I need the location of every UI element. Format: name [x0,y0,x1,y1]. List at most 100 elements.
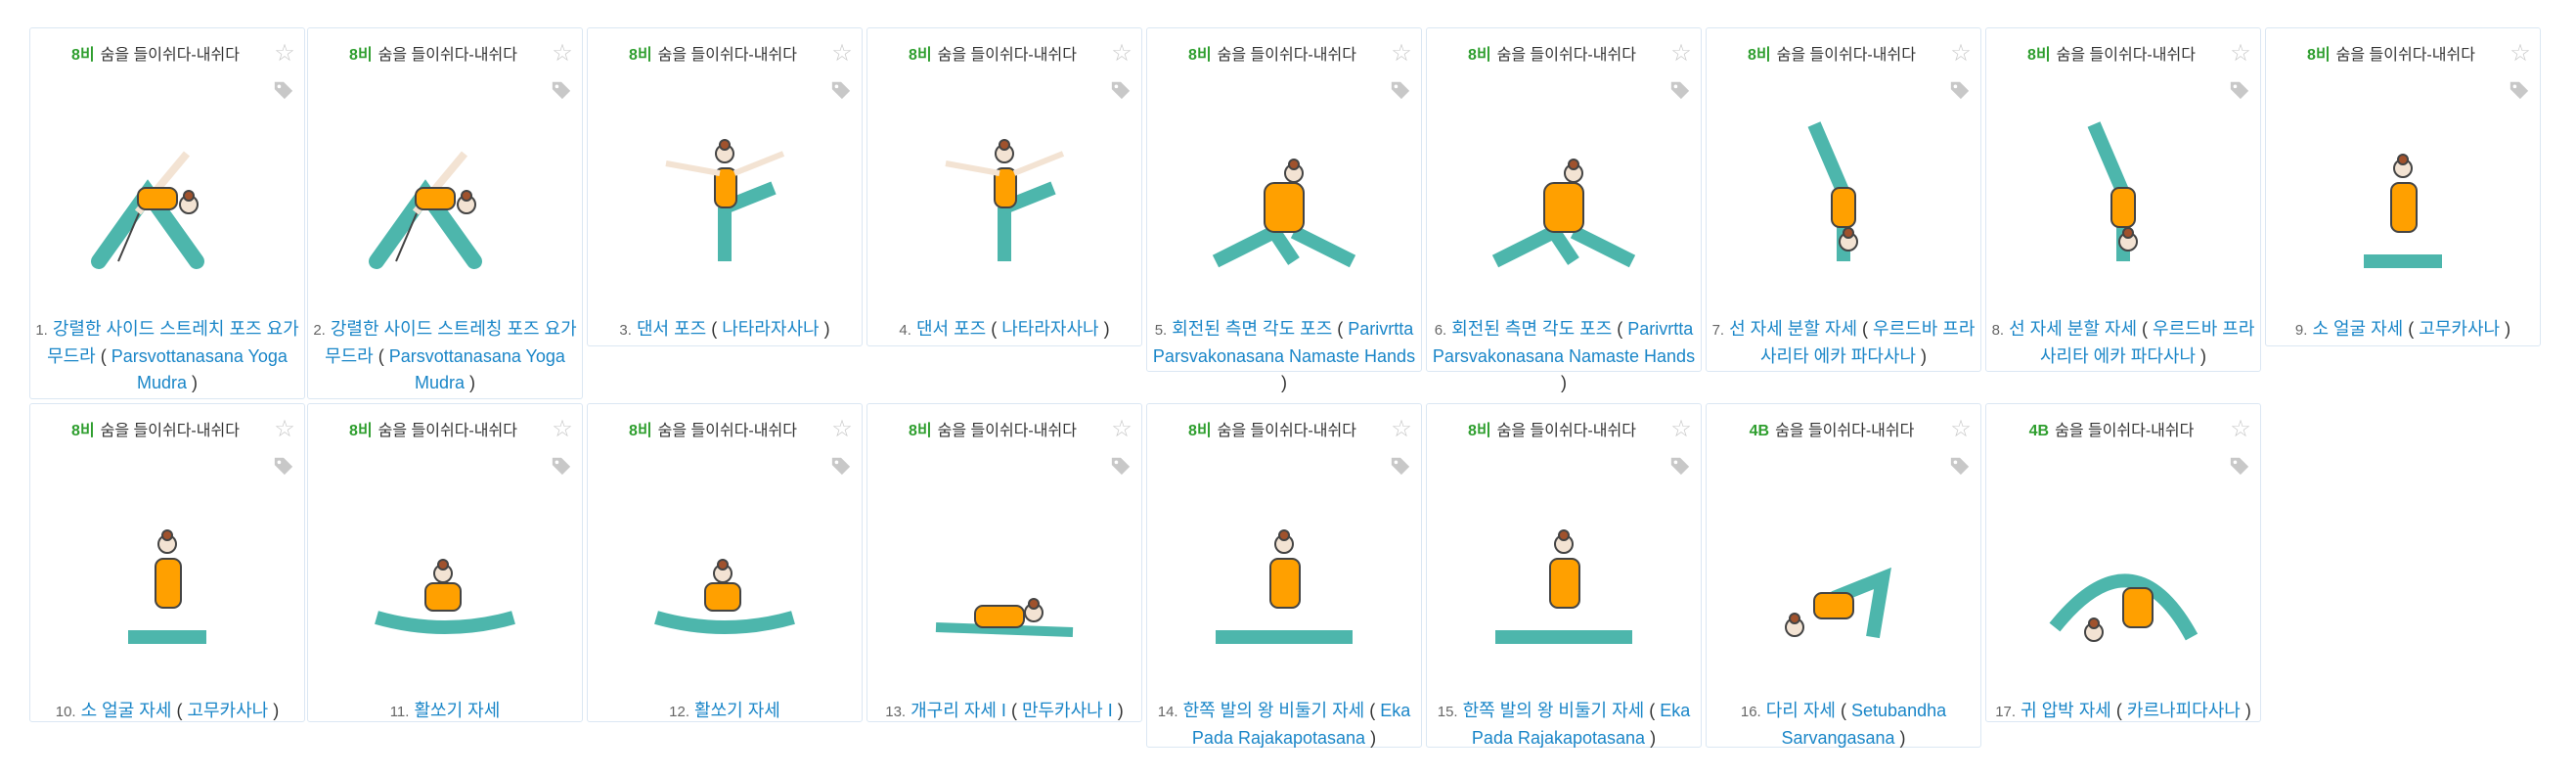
pose-name-link[interactable]: 회전된 측면 각도 포즈 [1172,319,1332,339]
pose-sanskrit-link[interactable]: 고무카사나 [187,701,268,720]
pose-sanskrit-link[interactable]: Parsvottanasana Yoga Mudra [111,346,288,392]
pose-sanskrit-link[interactable]: 만두카사나 I [1022,701,1113,720]
star-icon[interactable]: ☆ [1390,42,1413,66]
pose-name-link[interactable]: 댄서 포즈 [916,319,986,339]
pose-card-6[interactable]: 8비 숨을 들이쉬다-내쉬다 ☆ 6. 회전된 측면 각도 포즈 ( Parivr… [1426,27,1702,392]
pose-card-7[interactable]: 8비 숨을 들이쉬다-내쉬다 ☆ 7. 선 자세 분할 자세 ( 우르드바 프라사… [1706,27,1981,372]
tag-icon[interactable] [830,79,852,101]
pose-card-8[interactable]: 8비 숨을 들이쉬다-내쉬다 ☆ 8. 선 자세 분할 자세 ( 우르드바 프라사… [1985,27,2261,372]
pose-card-4[interactable]: 8비 숨을 들이쉬다-내쉬다 ☆ 4. 댄서 포즈 ( 나타라자사나 ) [866,27,1142,346]
star-icon[interactable]: ☆ [1669,418,1693,441]
repeat-count: 8비 [349,423,373,439]
pose-card-9[interactable]: 8비 숨을 들이쉬다-내쉬다 ☆ 9. 소 얼굴 자세 ( 고무카사나 ) [2265,27,2541,346]
star-icon[interactable]: ☆ [2229,42,2252,66]
tag-icon[interactable] [273,79,294,101]
pose-name-link[interactable]: 회전된 측면 각도 포즈 [1451,319,1612,339]
breath-count: 4B 숨을 들이쉬다-내쉬다 [2014,420,2209,443]
pose-name-link[interactable]: 귀 압박 자세 [2021,701,2111,720]
tag-icon[interactable] [551,455,572,477]
pose-illustration [128,529,206,644]
pose-card-15[interactable]: 8비 숨을 들이쉬다-내쉬다 ☆ 15. 한쪽 발의 왕 비둘기 자세 ( Eka… [1426,403,1702,748]
tag-icon[interactable] [1669,455,1691,477]
star-icon[interactable]: ☆ [273,42,296,66]
pose-card-13[interactable]: 8비 숨을 들이쉬다-내쉬다 ☆ 13. 개구리 자세 I ( 만두카사나 I ) [866,403,1142,722]
repeat-count: 8비 [71,47,95,64]
breath-count: 4B 숨을 들이쉬다-내쉬다 [1734,420,1930,443]
star-icon[interactable]: ☆ [830,418,854,441]
pose-name-link[interactable]: 소 얼굴 자세 [2312,319,2403,339]
tag-icon[interactable] [1949,79,1971,101]
pose-card-12[interactable]: 8비 숨을 들이쉬다-내쉬다 ☆ 12. 활쏘기 자세 ( ) [587,403,863,722]
tag-icon[interactable] [1110,79,1132,101]
star-icon[interactable]: ☆ [1669,42,1693,66]
pose-sanskrit-link[interactable]: 카르나피다사나 [2127,701,2241,720]
pose-name-link[interactable]: 한쪽 발의 왕 비둘기 자세 [1463,701,1645,720]
star-icon[interactable]: ☆ [1949,418,1973,441]
pose-number: 7. [1711,322,1725,339]
pose-caption: 4. 댄서 포즈 ( 나타라자사나 ) [899,319,1110,339]
tag-icon[interactable] [1110,455,1132,477]
star-icon[interactable]: ☆ [1110,418,1133,441]
pose-card-14[interactable]: 8비 숨을 들이쉬다-내쉬다 ☆ 14. 한쪽 발의 왕 비둘기 자세 ( Eka… [1146,403,1422,748]
pose-caption: 8. 선 자세 분할 자세 ( 우르드바 프라사리타 에카 파다사나 ) [1991,319,2255,366]
tag-icon[interactable] [830,455,852,477]
breath-count: 8비 숨을 들이쉬다-내쉬다 [335,420,531,443]
pose-caption: 9. 소 얼굴 자세 ( 고무카사나 ) [2294,319,2511,339]
pose-illustration [91,151,204,269]
pose-name-link[interactable]: 활쏘기 자세 [694,701,780,720]
pose-name-link[interactable]: 선 자세 분할 자세 [2009,319,2137,339]
pose-number: 2. [313,322,326,339]
pose-illustration [665,139,785,261]
pose-name-link[interactable]: 개구리 자세 I [910,701,1006,720]
tag-icon[interactable] [273,455,294,477]
tag-icon[interactable] [2229,455,2250,477]
pose-name-link[interactable]: 활쏘기 자세 [414,701,500,720]
star-icon[interactable]: ☆ [1390,418,1413,441]
pose-card-16[interactable]: 4B 숨을 들이쉬다-내쉬다 ☆ 16. 다리 자세 ( Setubandha S… [1706,403,1981,748]
breath-label: 숨을 들이쉬다-내쉬다 [937,47,1077,64]
pose-illustration [1495,529,1632,644]
tag-icon[interactable] [1669,79,1691,101]
star-icon[interactable]: ☆ [551,418,574,441]
pose-card-2[interactable]: 8비 숨을 들이쉬다-내쉬다 ☆ 2. 강렬한 사이드 스트레칭 포즈 요가 무드… [307,27,583,399]
star-icon[interactable]: ☆ [551,42,574,66]
pose-sanskrit-link[interactable]: 나타라자사나 [1001,319,1098,339]
pose-card-11[interactable]: 8비 숨을 들이쉬다-내쉬다 ☆ 11. 활쏘기 자세 ( ) [307,403,583,722]
tag-icon[interactable] [2229,79,2250,101]
pose-name-link[interactable]: 선 자세 분할 자세 [1729,319,1857,339]
pose-card-3[interactable]: 8비 숨을 들이쉬다-내쉬다 ☆ 3. 댄서 포즈 ( 나타라자사나 ) [587,27,863,346]
star-icon[interactable]: ☆ [1949,42,1973,66]
star-icon[interactable]: ☆ [830,42,854,66]
pose-card-1[interactable]: 8비 숨을 들이쉬다-내쉬다 ☆ 1. 강렬한 사이드 스트레치 포즈 요가 무드… [29,27,305,399]
pose-sanskrit-link[interactable]: Parsvottanasana Yoga Mudra [389,346,565,392]
tag-icon[interactable] [1390,79,1411,101]
tag-icon[interactable] [1390,455,1411,477]
pose-sanskrit-link[interactable]: 고무카사나 [2419,319,2500,339]
pose-name-link[interactable]: 다리 자세 [1766,701,1836,720]
breath-label: 숨을 들이쉬다-내쉬다 [100,47,240,64]
repeat-count: 8비 [2307,47,2331,64]
pose-caption: 11. 활쏘기 자세 ( ) [312,698,578,725]
tag-icon[interactable] [1949,455,1971,477]
pose-name-link[interactable]: 댄서 포즈 [637,319,706,339]
star-icon[interactable]: ☆ [273,418,296,441]
pose-caption: 2. 강렬한 사이드 스트레칭 포즈 요가 무드라 ( Parsvottanas… [313,319,577,392]
pose-number: 3. [619,322,632,339]
star-icon[interactable]: ☆ [2509,42,2532,66]
star-icon[interactable]: ☆ [1110,42,1133,66]
pose-card-5[interactable]: 8비 숨을 들이쉬다-내쉬다 ☆ 5. 회전된 측면 각도 포즈 ( Parivr… [1146,27,1422,392]
pose-caption: 12. 활쏘기 자세 ( ) [592,698,858,725]
pose-card-17[interactable]: 4B 숨을 들이쉬다-내쉬다 ☆ 17. 귀 압박 자세 ( 카르나피다사나 ) [1985,403,2261,722]
repeat-count: 4B [1749,423,1770,439]
tag-icon[interactable] [2509,79,2530,101]
pose-name-link[interactable]: 한쪽 발의 왕 비둘기 자세 [1183,701,1365,720]
pose-name-link[interactable]: 소 얼굴 자세 [81,701,172,720]
pose-sanskrit-link[interactable]: 나타라자사나 [722,319,819,339]
star-icon[interactable]: ☆ [2229,418,2252,441]
breath-count: 8비 숨을 들이쉬다-내쉬다 [895,420,1090,443]
tag-icon[interactable] [551,79,572,101]
repeat-count: 8비 [909,423,932,439]
pose-card-10[interactable]: 8비 숨을 들이쉬다-내쉬다 ☆ 10. 소 얼굴 자세 ( 고무카사나 ) [29,403,305,722]
breath-label: 숨을 들이쉬다-내쉬다 [378,47,517,64]
breath-count: 8비 숨을 들이쉬다-내쉬다 [1454,44,1650,68]
